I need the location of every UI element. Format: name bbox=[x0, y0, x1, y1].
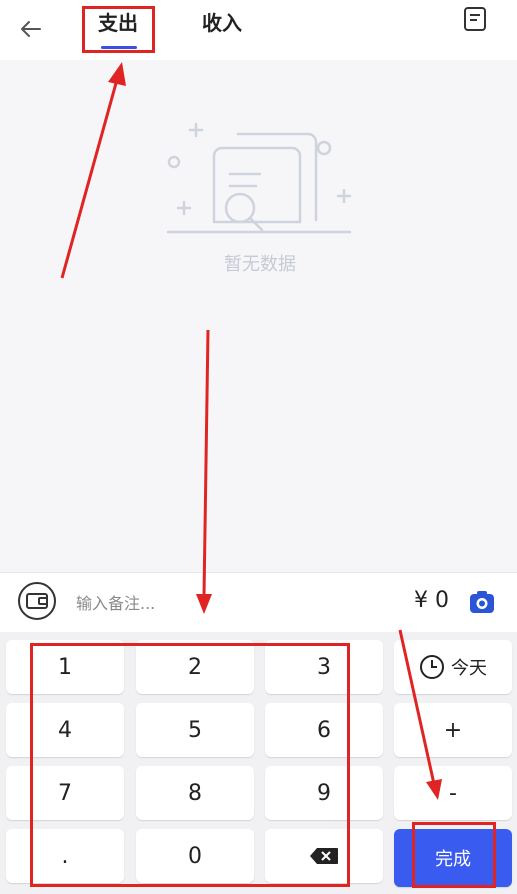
key-7[interactable]: 7 bbox=[6, 766, 124, 820]
date-label: 今天 bbox=[451, 658, 487, 679]
backspace-icon bbox=[310, 848, 338, 864]
note-input[interactable] bbox=[74, 587, 318, 619]
amount-display: ¥ 0 bbox=[414, 588, 449, 613]
key-9[interactable]: 9 bbox=[265, 766, 383, 820]
done-button[interactable]: 完成 bbox=[394, 829, 512, 887]
empty-state-text: 暂无数据 bbox=[224, 254, 296, 275]
back-button[interactable] bbox=[16, 16, 46, 42]
arrow-left-icon bbox=[21, 21, 41, 37]
tab-expense[interactable]: 支出 bbox=[82, 6, 154, 36]
key-1[interactable]: 1 bbox=[6, 640, 124, 694]
wallet-icon bbox=[26, 593, 48, 609]
key-3[interactable]: 3 bbox=[265, 640, 383, 694]
tab-income[interactable]: 收入 bbox=[190, 6, 254, 36]
camera-icon bbox=[470, 591, 494, 613]
date-button[interactable]: 今天 bbox=[394, 640, 512, 694]
backspace-button[interactable] bbox=[265, 829, 383, 883]
bill-button[interactable] bbox=[460, 4, 490, 34]
top-bar: 支出 收入 bbox=[0, 0, 517, 60]
document-icon bbox=[464, 7, 486, 31]
account-button[interactable] bbox=[18, 582, 56, 620]
active-tab-indicator bbox=[101, 46, 137, 49]
key-2[interactable]: 2 bbox=[136, 640, 254, 694]
minus-button[interactable]: - bbox=[394, 766, 512, 820]
plus-button[interactable]: + bbox=[394, 703, 512, 757]
clock-icon bbox=[420, 655, 444, 679]
key-6[interactable]: 6 bbox=[265, 703, 383, 757]
key-5[interactable]: 5 bbox=[136, 703, 254, 757]
key-8[interactable]: 8 bbox=[136, 766, 254, 820]
key-0[interactable]: 0 bbox=[136, 829, 254, 883]
camera-button[interactable] bbox=[467, 587, 497, 617]
key-4[interactable]: 4 bbox=[6, 703, 124, 757]
key-dot[interactable]: . bbox=[6, 829, 124, 883]
